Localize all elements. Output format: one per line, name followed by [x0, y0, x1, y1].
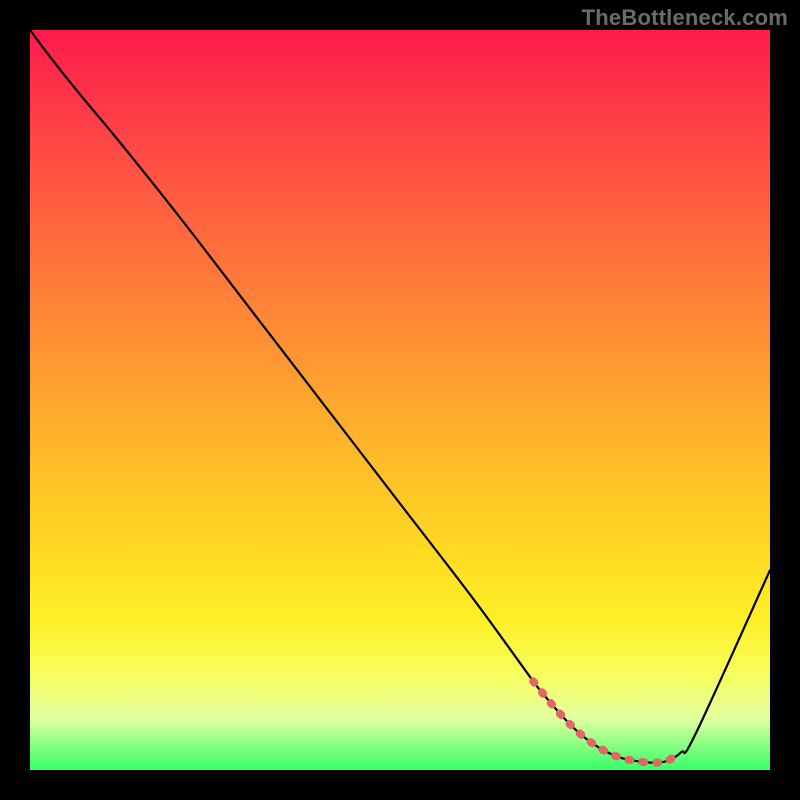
bottleneck-curve	[30, 30, 770, 763]
chart-container: TheBottleneck.com	[0, 0, 800, 800]
highlight-minimum-band	[533, 681, 681, 762]
watermark-text: TheBottleneck.com	[582, 5, 788, 31]
plot-svg	[30, 30, 770, 770]
